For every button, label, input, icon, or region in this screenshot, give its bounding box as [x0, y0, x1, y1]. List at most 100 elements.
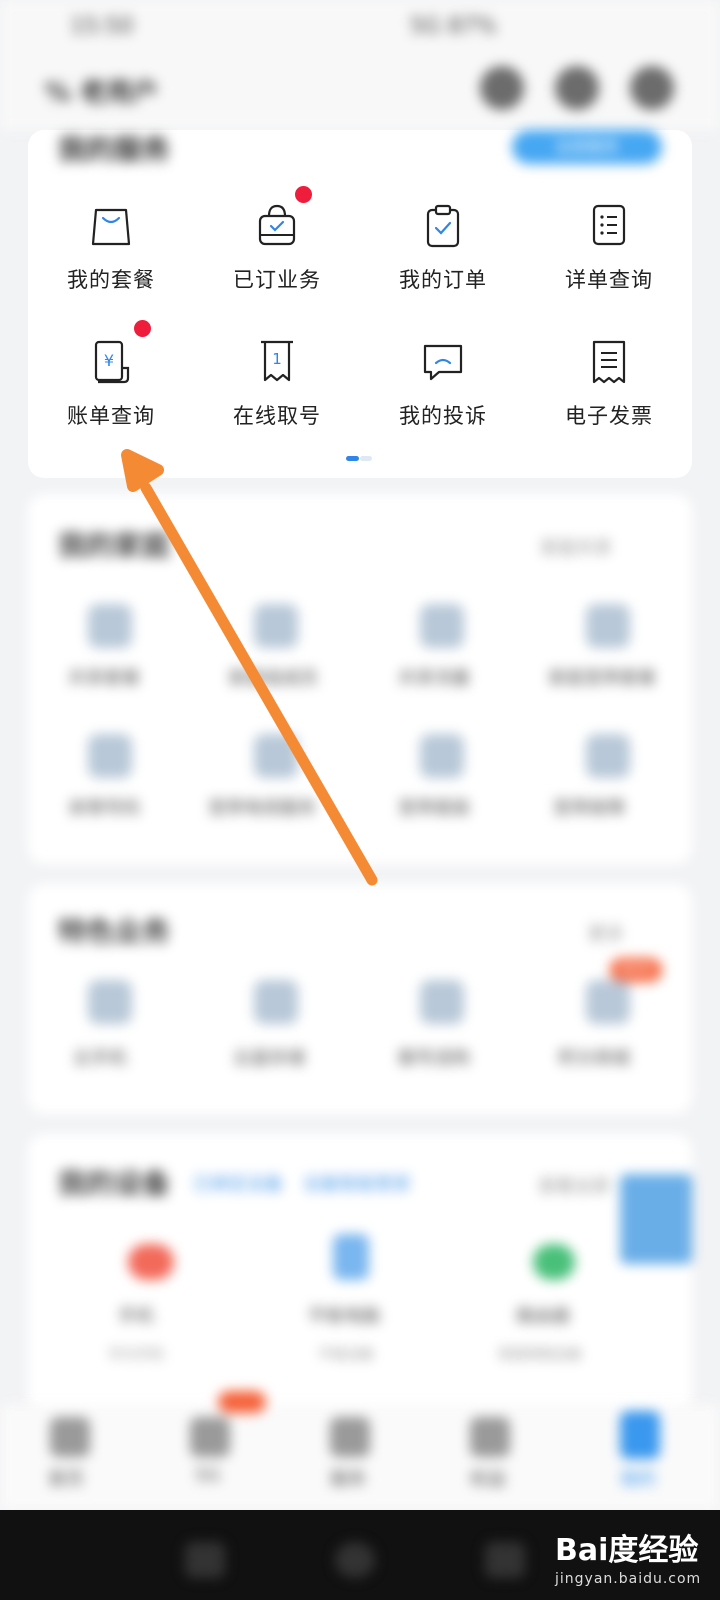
featured-item-label[interactable]: 云手机	[73, 1044, 127, 1070]
bottom-nav: 首页 5G 服务 权益 我的	[0, 1391, 720, 1510]
home-icon[interactable]	[50, 1417, 90, 1457]
svg-text:¥: ¥	[104, 351, 114, 370]
devices-title: 我的设备	[58, 1167, 171, 1200]
family-icon	[88, 604, 132, 648]
svg-text:1: 1	[272, 350, 282, 368]
devices-tag[interactable]: 设备智能管家	[303, 1170, 411, 1196]
all-services-button[interactable]: 全部服务	[512, 130, 662, 164]
device-label[interactable]: 路由器	[516, 1302, 570, 1328]
service-detail-query[interactable]: 详单查询	[526, 202, 692, 294]
service-label: 我的订单	[399, 268, 487, 292]
service-online-ticket[interactable]: 1 在线取号	[194, 338, 360, 430]
device-label[interactable]: 手机	[118, 1302, 154, 1328]
queue-ticket-icon: 1	[255, 338, 299, 386]
scan-icon[interactable]	[480, 66, 524, 110]
complaint-chat-icon	[421, 338, 465, 386]
service-my-plan[interactable]: 我的套餐	[28, 202, 194, 294]
devices-tag[interactable]: 已绑定设备	[193, 1170, 283, 1196]
family-title: 我的家庭	[58, 529, 171, 562]
family-item-label[interactable]: 家庭宽带套餐	[548, 664, 656, 690]
service-my-orders[interactable]: 我的订单	[360, 202, 526, 294]
family-icon	[420, 734, 464, 778]
service-label: 电子发票	[565, 404, 653, 428]
family-item-label[interactable]: 宽带故障	[553, 794, 625, 820]
watermark: Bai度经验 jingyan.baidu.com	[555, 1525, 701, 1587]
nav-label[interactable]: 5G	[195, 1465, 220, 1486]
devices-link[interactable]: 查看全部	[538, 1172, 610, 1198]
service-my-complaint[interactable]: 我的投诉	[360, 338, 526, 430]
services-title: 我的服务	[58, 133, 171, 166]
service-bill-query[interactable]: ¥ 账单查询	[28, 338, 194, 430]
page-dot-active	[346, 456, 359, 461]
featured-card: 特色业务 更多 NEW 云手机 云盘存储 靓号选购 积分商城	[28, 884, 692, 1114]
status-indicators: 5G 87%	[410, 14, 497, 39]
rights-icon[interactable]	[470, 1417, 510, 1457]
notification-dot	[295, 186, 312, 203]
service-label: 我的投诉	[399, 404, 487, 428]
notification-dot	[134, 320, 151, 337]
invoice-icon	[587, 338, 631, 386]
family-icon	[586, 604, 630, 648]
list-document-icon	[587, 202, 631, 250]
featured-icon	[88, 980, 132, 1024]
home-button-icon[interactable]	[335, 1542, 375, 1578]
profile-icon[interactable]	[620, 1411, 660, 1459]
message-icon[interactable]	[555, 66, 599, 110]
device-icon	[533, 1244, 575, 1280]
featured-item-label[interactable]: 云盘存储	[233, 1044, 305, 1070]
nav-badge	[218, 1391, 266, 1413]
family-item-label[interactable]: 家庭组成员	[228, 664, 318, 690]
device-sub: 华为手机	[108, 1347, 164, 1363]
service-label: 详单查询	[565, 268, 653, 292]
service-label: 我的套餐	[67, 268, 155, 292]
featured-title: 特色业务	[58, 915, 171, 948]
service-subscribed[interactable]: 已订业务	[194, 202, 360, 294]
watermark-logo: Bai度经验	[555, 1533, 699, 1568]
bill-yuan-icon: ¥	[89, 338, 133, 386]
service-label: 在线取号	[233, 404, 321, 428]
service-label: 已订业务	[233, 268, 321, 292]
nav-label[interactable]: 我的	[620, 1465, 656, 1491]
service-label: 账单查询	[67, 404, 155, 428]
featured-icon	[586, 980, 630, 1024]
nav-label[interactable]: 权益	[470, 1465, 506, 1491]
page-dot	[360, 456, 372, 461]
clipboard-check-icon	[421, 202, 465, 250]
5g-icon[interactable]	[190, 1417, 230, 1457]
watermark-url: jingyan.baidu.com	[555, 1571, 702, 1587]
family-item-label[interactable]: 宽带报装	[398, 794, 470, 820]
family-icon	[88, 734, 132, 778]
family-item-label[interactable]: 共享套餐	[68, 664, 140, 690]
status-time: 15:50	[70, 14, 134, 39]
family-card: 我的家庭 家庭共享 共享套餐 家庭组成员 共享流量 家庭宽带套餐 亲情号码 宽带…	[28, 494, 692, 864]
nav-label[interactable]: 首页	[48, 1465, 84, 1491]
service-e-invoice[interactable]: 电子发票	[526, 338, 692, 430]
featured-icon	[420, 980, 464, 1024]
nav-label[interactable]: 服务	[330, 1465, 366, 1491]
device-sub: 平板设备	[318, 1347, 374, 1363]
settings-icon[interactable]	[630, 66, 674, 110]
featured-item-label[interactable]: 积分商城	[558, 1044, 630, 1070]
family-icon	[254, 604, 298, 648]
family-item-label[interactable]: 亲情号码	[68, 794, 140, 820]
family-item-label[interactable]: 共享流量	[398, 664, 470, 690]
featured-link[interactable]: 更多	[588, 920, 624, 946]
family-item-label[interactable]: 宽带电视服务	[208, 794, 316, 820]
family-icon	[254, 734, 298, 778]
featured-badge: NEW	[610, 958, 662, 982]
page-indicator	[346, 456, 372, 461]
app-header: 15:50 5G 87% % 老用户	[0, 0, 720, 130]
floating-banner[interactable]	[620, 1174, 692, 1264]
featured-item-label[interactable]: 靓号选购	[398, 1044, 470, 1070]
family-icon	[586, 734, 630, 778]
recent-apps-icon[interactable]	[185, 1542, 225, 1578]
family-link[interactable]: 家庭共享	[540, 534, 612, 560]
header-title: % 老用户	[45, 78, 159, 108]
back-icon[interactable]	[485, 1542, 525, 1578]
family-icon	[420, 604, 464, 648]
featured-icon	[254, 980, 298, 1024]
service-icon[interactable]	[330, 1417, 370, 1457]
device-sub: 家庭网络设备	[498, 1347, 582, 1363]
device-label[interactable]: 平板电脑	[308, 1302, 380, 1328]
shopping-bag-icon	[89, 202, 133, 250]
